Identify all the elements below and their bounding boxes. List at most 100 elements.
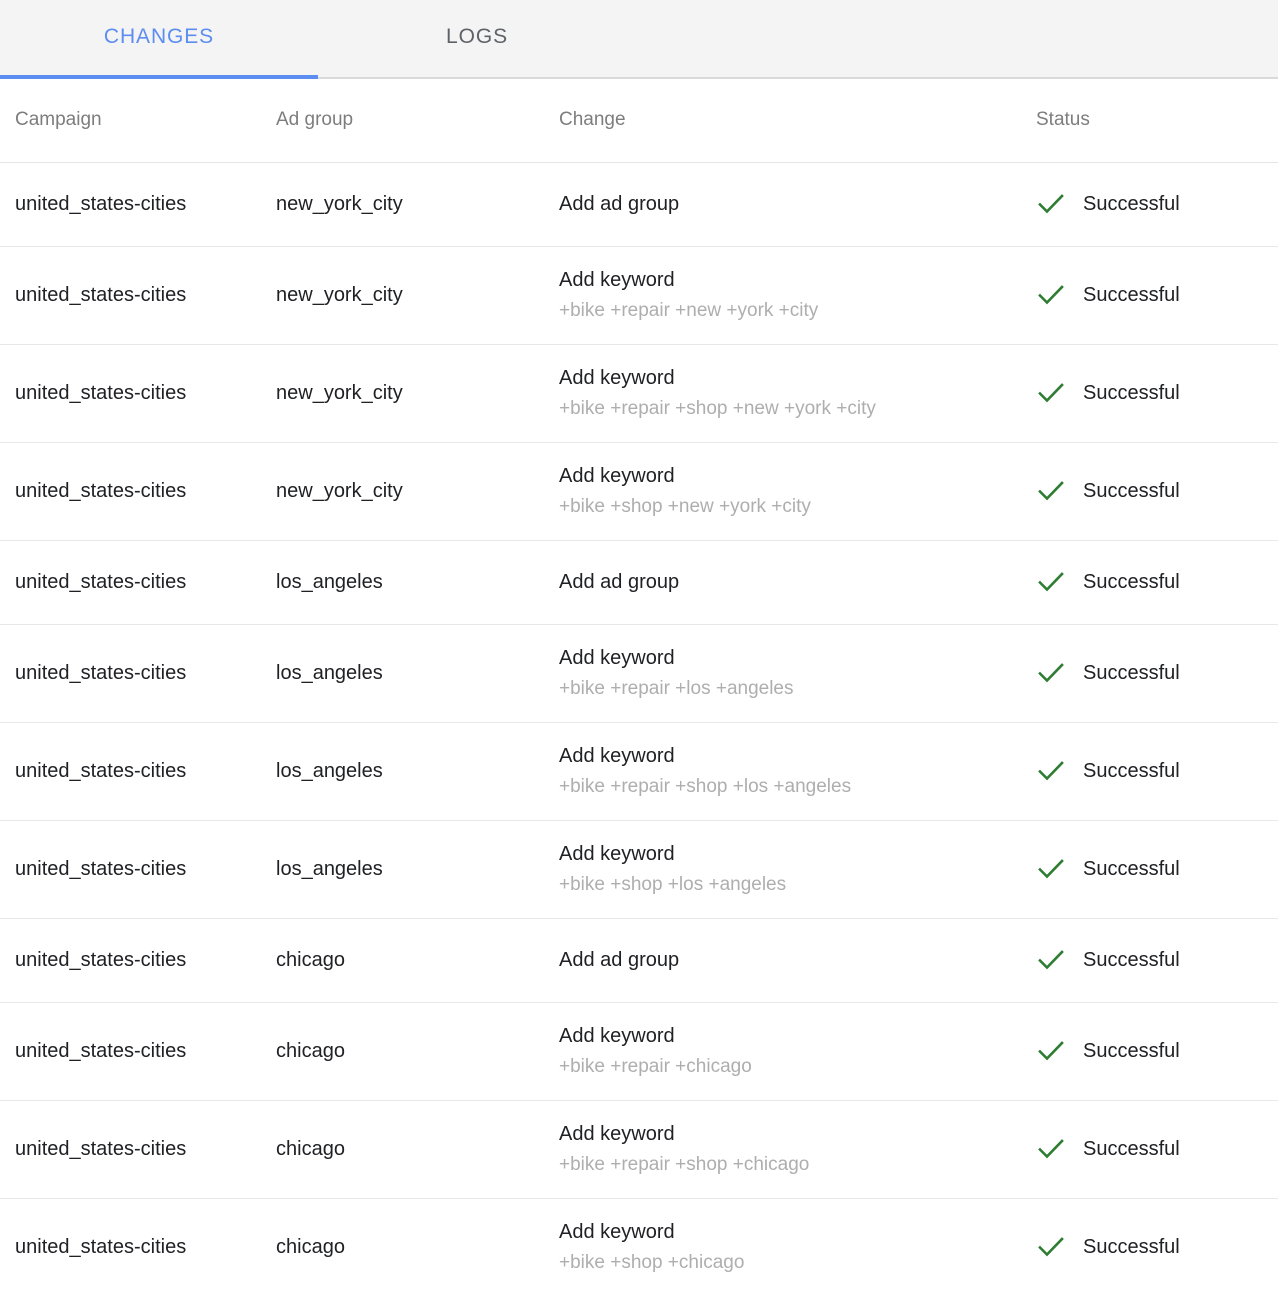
table-row[interactable]: united_states-cities los_angeles Add ad … — [0, 540, 1278, 624]
cell-campaign: united_states-cities — [0, 1100, 268, 1198]
change-title: Add keyword — [559, 365, 1011, 391]
table-row[interactable]: united_states-cities new_york_city Add k… — [0, 344, 1278, 442]
tab-logs[interactable]: LOGS — [318, 0, 636, 77]
cell-ad-group: los_angeles — [268, 722, 543, 820]
cell-ad-group: los_angeles — [268, 540, 543, 624]
check-icon — [1036, 1036, 1066, 1066]
column-header-ad-group[interactable]: Ad group — [268, 79, 543, 162]
check-icon — [1036, 280, 1066, 310]
cell-status: Successful — [1011, 1002, 1278, 1100]
change-title: Add keyword — [559, 463, 1011, 489]
table-row[interactable]: united_states-cities chicago Add keyword… — [0, 1198, 1278, 1292]
changes-panel: CHANGES LOGS Campaign Ad group Change St… — [0, 0, 1278, 1292]
status-label: Successful — [1083, 949, 1180, 972]
cell-status: Successful — [1011, 540, 1278, 624]
cell-status: Successful — [1011, 624, 1278, 722]
change-title: Add keyword — [559, 841, 1011, 867]
status-label: Successful — [1083, 1236, 1180, 1259]
status-badge: Successful — [1036, 1134, 1278, 1164]
table-row[interactable]: united_states-cities los_angeles Add key… — [0, 722, 1278, 820]
table-row[interactable]: united_states-cities new_york_city Add k… — [0, 246, 1278, 344]
cell-campaign: united_states-cities — [0, 1198, 268, 1292]
table-header: Campaign Ad group Change Status — [0, 79, 1278, 162]
cell-change: Add keyword +bike +repair +shop +chicago — [543, 1100, 1011, 1198]
cell-status: Successful — [1011, 820, 1278, 918]
change-title: Add keyword — [559, 1219, 1011, 1245]
status-badge: Successful — [1036, 854, 1278, 884]
change-detail: +bike +shop +new +york +city — [559, 494, 1011, 520]
cell-ad-group: chicago — [268, 918, 543, 1002]
table-body: united_states-cities new_york_city Add a… — [0, 162, 1278, 1292]
change-title: Add ad group — [559, 947, 1011, 973]
table-row[interactable]: united_states-cities new_york_city Add k… — [0, 442, 1278, 540]
change-title: Add keyword — [559, 1121, 1011, 1147]
check-icon — [1036, 1232, 1066, 1262]
cell-campaign: united_states-cities — [0, 722, 268, 820]
tab-changes[interactable]: CHANGES — [0, 0, 318, 77]
cell-campaign: united_states-cities — [0, 820, 268, 918]
cell-ad-group: los_angeles — [268, 624, 543, 722]
column-header-change[interactable]: Change — [543, 79, 1011, 162]
change-detail: +bike +repair +chicago — [559, 1054, 1011, 1080]
table-row[interactable]: united_states-cities chicago Add keyword… — [0, 1002, 1278, 1100]
check-icon — [1036, 854, 1066, 884]
cell-change: Add keyword +bike +shop +new +york +city — [543, 442, 1011, 540]
table-row[interactable]: united_states-cities chicago Add keyword… — [0, 1100, 1278, 1198]
tab-logs-label: LOGS — [446, 25, 508, 49]
cell-change: Add ad group — [543, 162, 1011, 246]
status-badge: Successful — [1036, 1232, 1278, 1262]
cell-status: Successful — [1011, 1100, 1278, 1198]
cell-campaign: united_states-cities — [0, 246, 268, 344]
status-badge: Successful — [1036, 756, 1278, 786]
change-title: Add ad group — [559, 569, 1011, 595]
cell-change: Add ad group — [543, 918, 1011, 1002]
cell-ad-group: chicago — [268, 1198, 543, 1292]
change-detail: +bike +shop +los +angeles — [559, 872, 1011, 898]
change-detail: +bike +repair +shop +chicago — [559, 1152, 1011, 1178]
status-badge: Successful — [1036, 945, 1278, 975]
tab-changes-label: CHANGES — [104, 25, 214, 49]
status-label: Successful — [1083, 1040, 1180, 1063]
cell-change: Add keyword +bike +shop +chicago — [543, 1198, 1011, 1292]
cell-change: Add keyword +bike +repair +shop +los +an… — [543, 722, 1011, 820]
cell-campaign: united_states-cities — [0, 344, 268, 442]
status-label: Successful — [1083, 662, 1180, 685]
status-label: Successful — [1083, 760, 1180, 783]
status-badge: Successful — [1036, 476, 1278, 506]
table-row[interactable]: united_states-cities los_angeles Add key… — [0, 820, 1278, 918]
check-icon — [1036, 189, 1066, 219]
cell-change: Add ad group — [543, 540, 1011, 624]
change-title: Add ad group — [559, 191, 1011, 217]
status-label: Successful — [1083, 1138, 1180, 1161]
cell-status: Successful — [1011, 722, 1278, 820]
cell-ad-group: chicago — [268, 1100, 543, 1198]
column-header-status[interactable]: Status — [1011, 79, 1278, 162]
status-label: Successful — [1083, 382, 1180, 405]
status-badge: Successful — [1036, 378, 1278, 408]
cell-ad-group: new_york_city — [268, 162, 543, 246]
cell-status: Successful — [1011, 162, 1278, 246]
cell-status: Successful — [1011, 246, 1278, 344]
cell-campaign: united_states-cities — [0, 442, 268, 540]
status-badge: Successful — [1036, 658, 1278, 688]
status-label: Successful — [1083, 480, 1180, 503]
tab-bar: CHANGES LOGS — [0, 0, 1278, 79]
change-title: Add keyword — [559, 645, 1011, 671]
cell-ad-group: new_york_city — [268, 246, 543, 344]
cell-change: Add keyword +bike +repair +chicago — [543, 1002, 1011, 1100]
status-badge: Successful — [1036, 1036, 1278, 1066]
check-icon — [1036, 476, 1066, 506]
change-detail: +bike +repair +shop +los +angeles — [559, 774, 1011, 800]
cell-status: Successful — [1011, 1198, 1278, 1292]
column-header-campaign[interactable]: Campaign — [0, 79, 268, 162]
check-icon — [1036, 756, 1066, 786]
check-icon — [1036, 658, 1066, 688]
table-row[interactable]: united_states-cities new_york_city Add a… — [0, 162, 1278, 246]
cell-campaign: united_states-cities — [0, 918, 268, 1002]
check-icon — [1036, 567, 1066, 597]
table-row[interactable]: united_states-cities chicago Add ad grou… — [0, 918, 1278, 1002]
cell-change: Add keyword +bike +repair +new +york +ci… — [543, 246, 1011, 344]
cell-campaign: united_states-cities — [0, 540, 268, 624]
status-badge: Successful — [1036, 567, 1278, 597]
table-row[interactable]: united_states-cities los_angeles Add key… — [0, 624, 1278, 722]
